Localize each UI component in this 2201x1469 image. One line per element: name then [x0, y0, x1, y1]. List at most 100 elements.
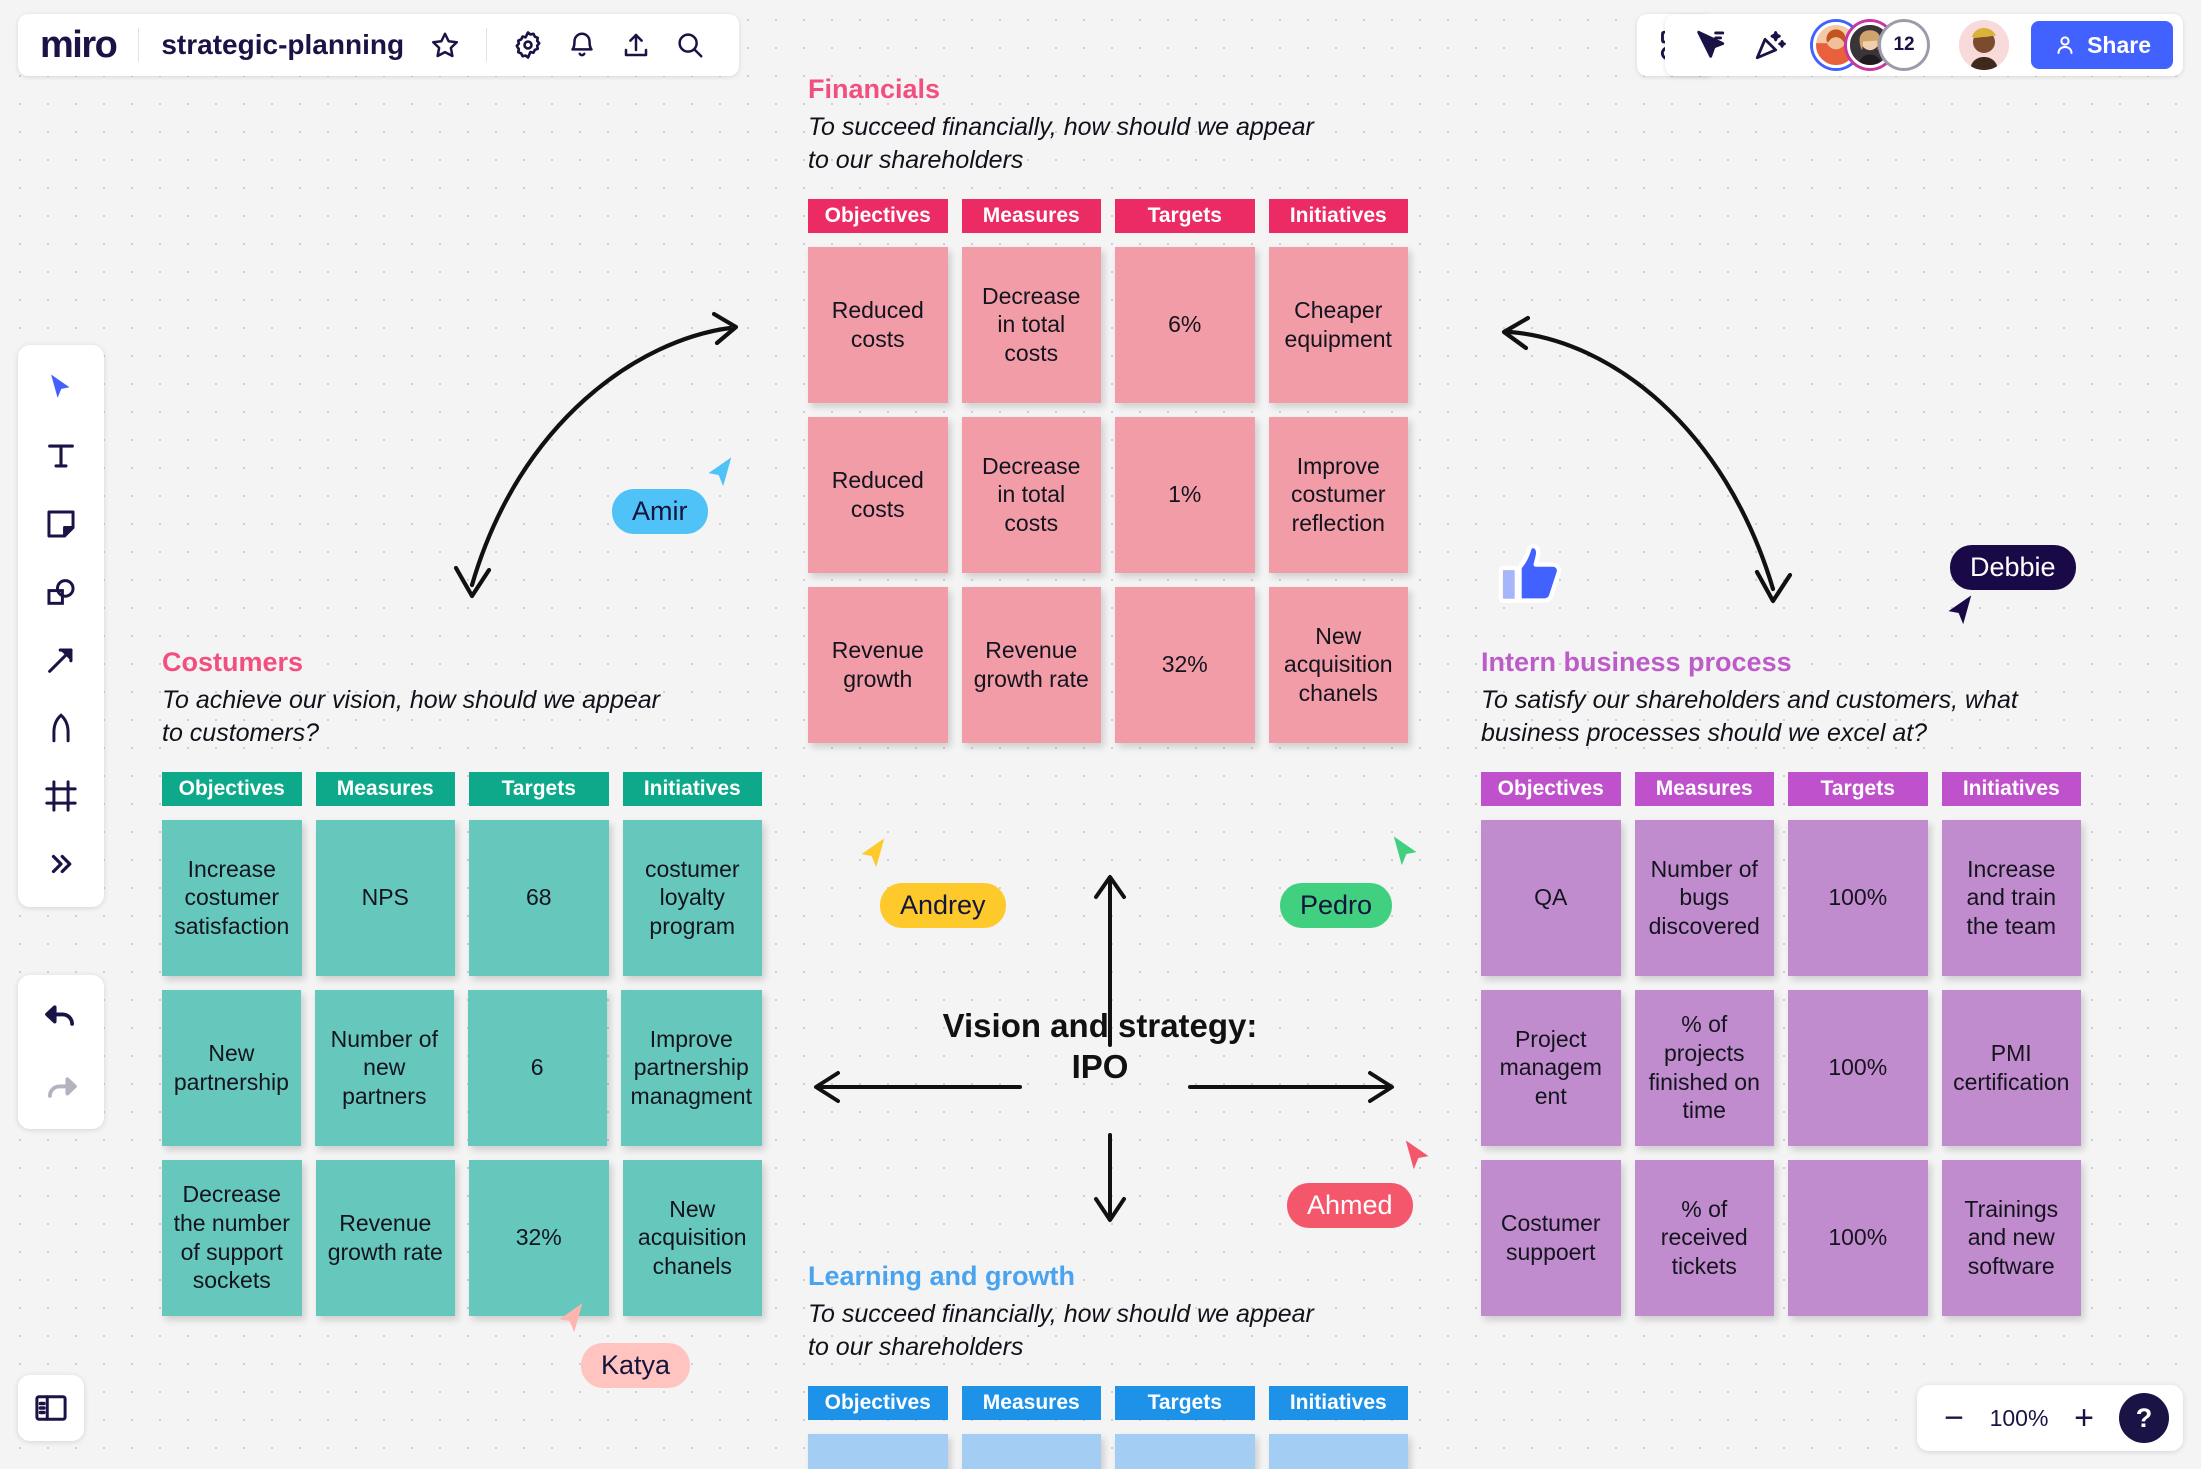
column-header[interactable]: Objectives [808, 198, 948, 233]
sticky-card[interactable]: 1% [1115, 416, 1255, 573]
sticky-card[interactable]: 100% [1788, 989, 1928, 1146]
perspective-subtitle: To succeed financially, how should we ap… [808, 112, 1314, 174]
divider [486, 28, 488, 62]
sticky-card[interactable]: % of projects finished on time [1634, 989, 1774, 1146]
sticky-card[interactable]: Reduced costs [808, 416, 948, 573]
card-row [808, 1433, 1408, 1469]
help-button[interactable]: ? [2119, 1393, 2169, 1443]
sticky-card[interactable]: Number of bugs discovered [1634, 819, 1774, 976]
search-icon[interactable] [663, 18, 717, 72]
column-header[interactable]: Targets [1115, 1385, 1255, 1420]
sticky-card[interactable]: Trainings and new software [1941, 1159, 2081, 1316]
column-header[interactable]: Measures [1634, 771, 1774, 806]
sticky-card[interactable]: Decrease in total costs [961, 416, 1101, 573]
column-header-row: Objectives Measures Targets Initiatives [808, 1385, 1408, 1420]
perspective-financials: Financials To succeed financially, how s… [808, 74, 1408, 743]
text-tool[interactable] [32, 427, 90, 485]
sticky-card[interactable] [808, 1433, 948, 1469]
miro-logo[interactable]: miro [40, 26, 138, 64]
current-user-avatar[interactable] [1959, 20, 2010, 70]
column-header[interactable]: Measures [961, 1385, 1101, 1420]
sticky-card[interactable]: Number of new partners [314, 989, 454, 1146]
sticky-card[interactable]: costumer loyalty program [622, 819, 762, 976]
select-cursor-tool[interactable] [32, 359, 90, 417]
sticky-card[interactable] [1268, 1433, 1408, 1469]
sticky-card[interactable]: New acquisition chanels [1268, 586, 1408, 743]
sticky-card[interactable]: 32% [1115, 586, 1255, 743]
sticky-card[interactable] [1115, 1433, 1255, 1469]
undo-button[interactable] [32, 987, 90, 1045]
sticky-card[interactable]: Increase and train the team [1941, 819, 2081, 976]
sticky-card[interactable]: 32% [469, 1159, 609, 1316]
sticky-card[interactable]: Increase costumer satisfaction [162, 819, 302, 976]
sticky-card[interactable]: Decrease in total costs [961, 246, 1101, 403]
cursor-chat-icon[interactable] [1683, 18, 1737, 72]
sticky-note-tool[interactable] [32, 495, 90, 553]
sticky-card[interactable]: Revenue growth rate [315, 1159, 455, 1316]
sticky-card[interactable]: Revenue growth [808, 586, 948, 743]
sticky-card[interactable]: Cheaper equipment [1268, 246, 1408, 403]
column-header[interactable]: Measures [961, 198, 1101, 233]
zoom-level[interactable]: 100% [1983, 1405, 2055, 1432]
sticky-card[interactable]: Revenue growth rate [961, 586, 1101, 743]
card-row: Decrease the number of support sockets R… [162, 1159, 762, 1316]
board-title[interactable]: strategic-planning [139, 29, 418, 61]
column-header[interactable]: Objectives [162, 771, 302, 806]
arrow-connector-tool[interactable] [32, 631, 90, 689]
sticky-card[interactable]: QA [1481, 819, 1621, 976]
sticky-card[interactable]: New partnership [162, 989, 301, 1146]
more-tools[interactable] [32, 835, 90, 893]
sticky-card[interactable]: Costumer suppoert [1481, 1159, 1621, 1316]
favorite-star-icon[interactable] [418, 18, 472, 72]
card-row: Reduced costs Decrease in total costs 6%… [808, 246, 1408, 403]
sticky-card[interactable]: New acquisition chanels [622, 1159, 762, 1316]
sticky-card[interactable]: 6% [1115, 246, 1255, 403]
sticky-card[interactable]: NPS [315, 819, 455, 976]
sticky-card[interactable]: PMI certification [1941, 989, 2081, 1146]
shapes-tool[interactable] [32, 563, 90, 621]
sticky-card[interactable]: 68 [469, 819, 609, 976]
celebrate-icon[interactable] [1743, 18, 1797, 72]
collaborator-overflow-count[interactable]: 12 [1881, 22, 1928, 68]
sticky-card[interactable]: Project managem ent [1481, 989, 1621, 1146]
sticky-card[interactable]: Improve costumer reflection [1268, 416, 1408, 573]
sticky-card[interactable]: 6 [467, 989, 607, 1146]
pen-tool[interactable] [32, 699, 90, 757]
sticky-card[interactable]: Improve partnership managment [620, 989, 762, 1146]
column-header[interactable]: Initiatives [1941, 771, 2081, 806]
perspective-subtitle: To succeed financially, how should we ap… [808, 1299, 1314, 1361]
column-header[interactable]: Targets [1115, 198, 1255, 233]
sticky-card[interactable]: 100% [1788, 1159, 1928, 1316]
column-header[interactable]: Targets [469, 771, 609, 806]
cursor-label: Ahmed [1287, 1183, 1413, 1228]
redo-button[interactable] [32, 1059, 90, 1117]
card-row: Increase costumer satisfaction NPS 68 co… [162, 819, 762, 976]
column-header[interactable]: Targets [1788, 771, 1928, 806]
cursor-pointer-icon [1948, 595, 1972, 625]
zoom-in-button[interactable]: + [2061, 1395, 2107, 1441]
column-header[interactable]: Measures [315, 771, 455, 806]
column-header[interactable]: Initiatives [1268, 198, 1408, 233]
settings-gear-icon[interactable] [501, 18, 555, 72]
upload-icon[interactable] [609, 18, 663, 72]
frame-tool[interactable] [32, 767, 90, 825]
cursor-pointer-icon [559, 1303, 583, 1333]
perspective-title: Intern business process [1481, 647, 1792, 677]
perspective-title: Costumers [162, 647, 304, 677]
sticky-card[interactable]: % of received tickets [1634, 1159, 1774, 1316]
notifications-bell-icon[interactable] [555, 18, 609, 72]
column-header[interactable]: Objectives [1481, 771, 1621, 806]
zoom-out-button[interactable]: − [1931, 1395, 1977, 1441]
sticky-card[interactable] [961, 1433, 1101, 1469]
card-row: Revenue growth Revenue growth rate 32% N… [808, 586, 1408, 743]
miro-canvas[interactable]: miro strategic-planning 12 Share − 100% … [0, 0, 2201, 1469]
cursor-pointer-icon [708, 457, 732, 487]
share-button[interactable]: Share [2031, 21, 2173, 69]
sticky-card[interactable]: Decrease the number of support sockets [162, 1159, 302, 1316]
column-header[interactable]: Objectives [808, 1385, 948, 1420]
sticky-card[interactable]: Reduced costs [808, 246, 948, 403]
column-header[interactable]: Initiatives [622, 771, 762, 806]
toggle-side-panel[interactable] [18, 1375, 84, 1441]
sticky-card[interactable]: 100% [1788, 819, 1928, 976]
column-header[interactable]: Initiatives [1268, 1385, 1408, 1420]
